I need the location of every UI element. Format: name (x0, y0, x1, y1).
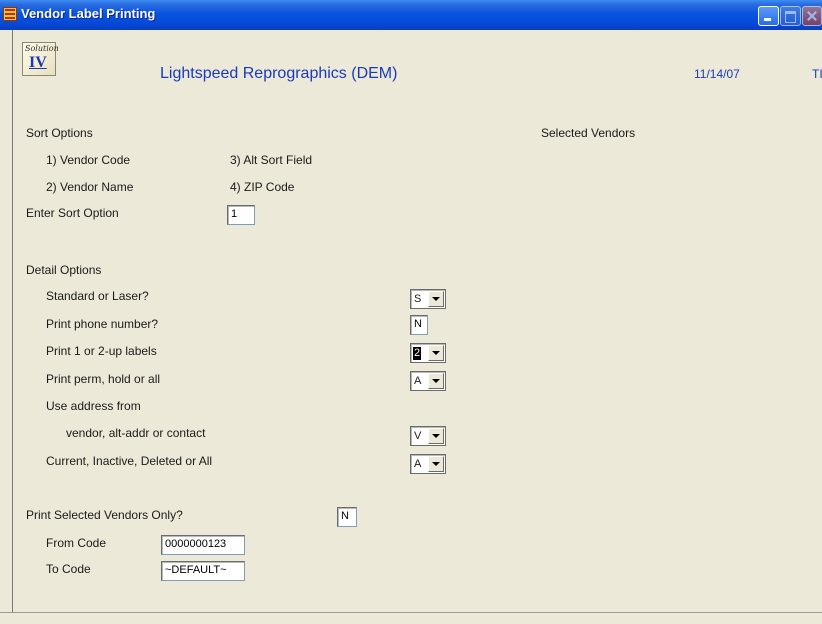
address-source-label: vendor, alt-addr or contact (66, 426, 206, 440)
window-bottom-frame (0, 612, 822, 624)
selected-vendors-heading: Selected Vendors (541, 126, 636, 140)
standard-laser-label: Standard or Laser? (46, 289, 149, 303)
vendor-status-select[interactable]: A (410, 454, 446, 474)
chevron-down-icon[interactable] (428, 456, 444, 472)
chevron-down-icon[interactable] (428, 428, 444, 444)
solution-iv-logo: Solution IV (22, 42, 59, 76)
up-labels-label: Print 1 or 2-up labels (46, 344, 157, 358)
maximize-button[interactable] (780, 6, 801, 26)
sort-option-2: 2) Vendor Name (46, 180, 134, 194)
from-code-input[interactable]: 0000000123 (161, 535, 245, 555)
terminal-id: TI (812, 67, 822, 81)
detail-options-heading: Detail Options (26, 263, 102, 277)
phone-number-input[interactable]: N (410, 315, 428, 335)
vendor-status-label: Current, Inactive, Deleted or All (46, 454, 213, 468)
chevron-down-icon[interactable] (428, 373, 444, 389)
form-panel: Sort Options 1) Vendor Code 2) Vendor Na… (14, 102, 822, 612)
perm-hold-label: Print perm, hold or all (46, 372, 161, 386)
sort-option-4: 4) ZIP Code (230, 180, 295, 194)
app-window-icon[interactable] (3, 7, 17, 21)
address-source-select[interactable]: V (410, 426, 446, 446)
chevron-down-icon[interactable] (428, 345, 444, 361)
close-button[interactable] (802, 6, 822, 26)
sort-options-heading: Sort Options (26, 126, 93, 140)
selected-only-label: Print Selected Vendors Only? (26, 508, 183, 522)
sort-option-input[interactable]: 1 (227, 205, 255, 225)
up-labels-select[interactable]: 2 (410, 343, 446, 363)
window-title: Vendor Label Printing (21, 6, 156, 21)
window-left-frame (0, 30, 14, 623)
perm-hold-select[interactable]: A (410, 371, 446, 391)
company-name: Lightspeed Reprographics (DEM) (160, 65, 398, 82)
minimize-button[interactable] (758, 6, 779, 26)
standard-laser-select[interactable]: S (410, 289, 446, 309)
enter-sort-option-label: Enter Sort Option (26, 206, 119, 220)
sort-option-3: 3) Alt Sort Field (230, 153, 313, 167)
app-header: Solution IV Lightspeed Reprographics (DE… (14, 30, 822, 102)
header-date: 11/14/07 (694, 67, 740, 81)
to-code-label: To Code (46, 562, 91, 576)
selected-only-input[interactable]: N (337, 507, 357, 527)
use-address-label: Use address from (46, 399, 141, 413)
from-code-label: From Code (46, 536, 107, 550)
sort-option-1: 1) Vendor Code (46, 153, 131, 167)
title-bar[interactable]: Vendor Label Printing (0, 0, 822, 30)
phone-number-label: Print phone number? (46, 317, 159, 331)
to-code-input[interactable]: ~DEFAULT~ (161, 561, 245, 581)
chevron-down-icon[interactable] (428, 291, 444, 307)
